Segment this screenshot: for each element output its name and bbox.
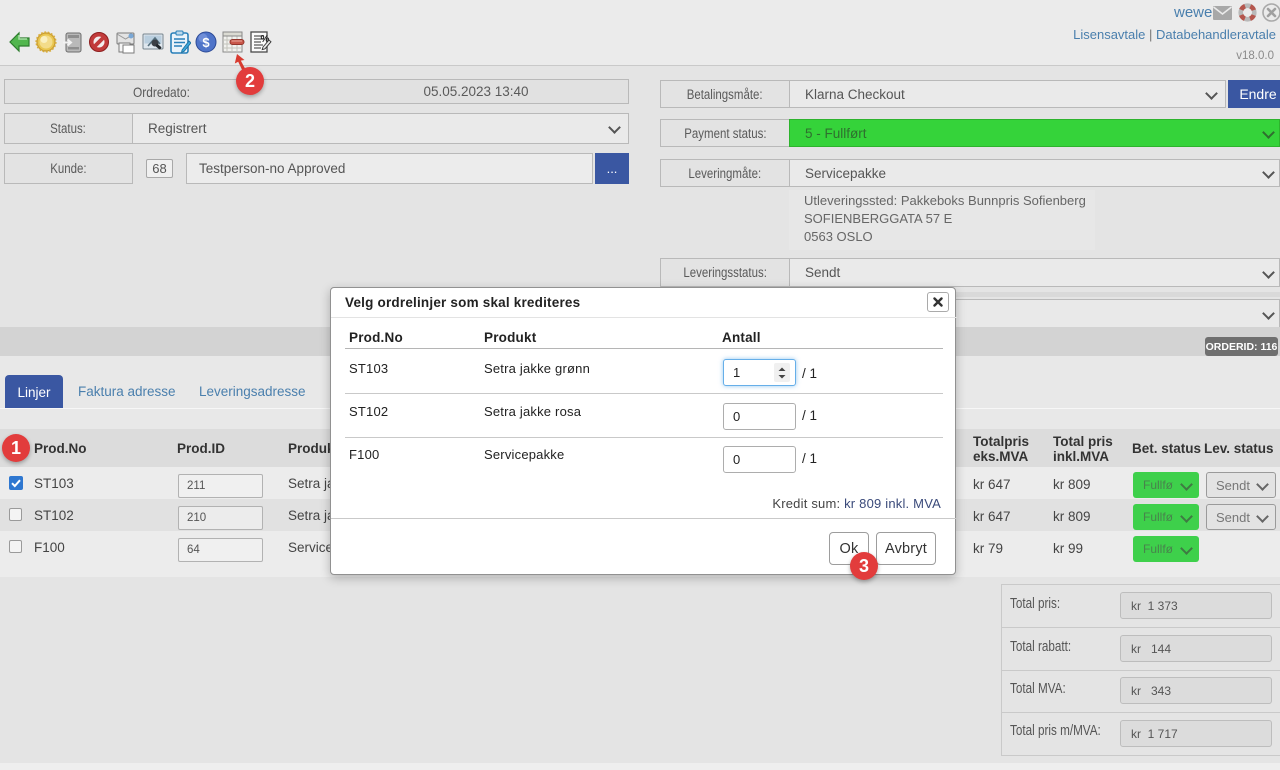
svg-text:$: $ — [202, 35, 210, 50]
